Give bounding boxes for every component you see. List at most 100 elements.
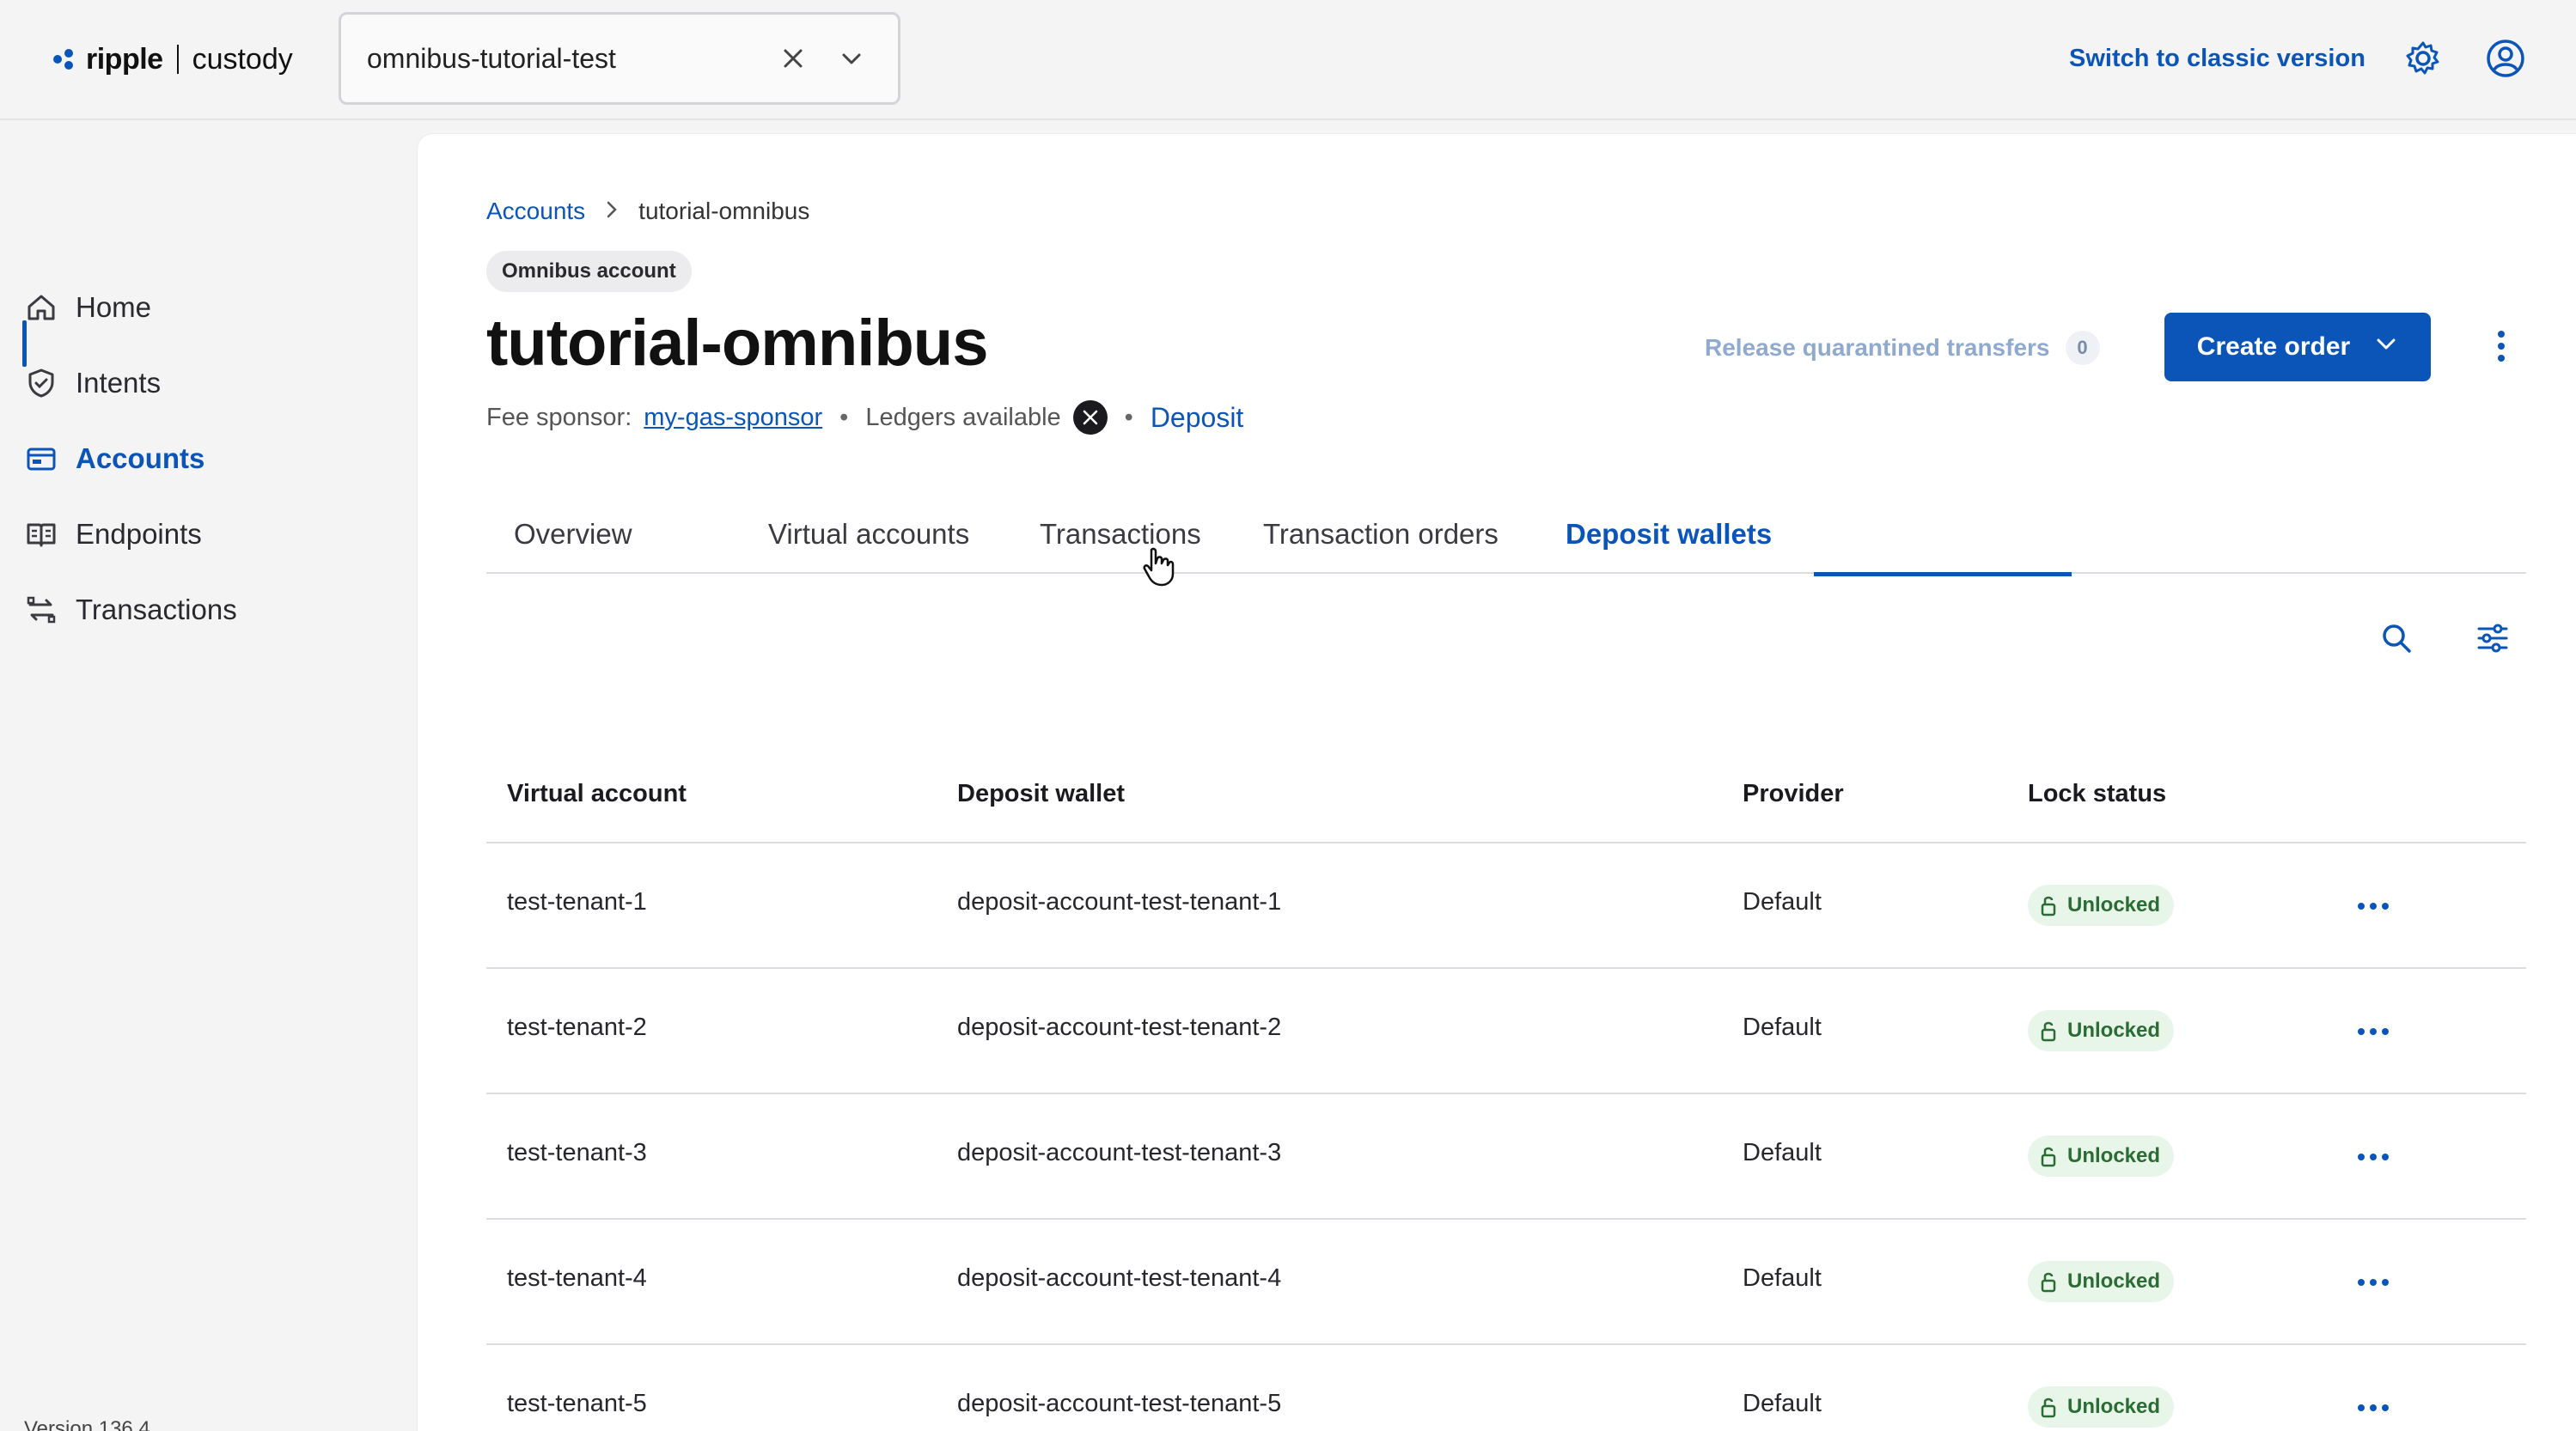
lock-status-label: Unlocked [2067,1270,2161,1293]
column-header-lock-status[interactable]: Lock status [2028,780,2166,808]
cell-provider: Default [1743,1139,1822,1166]
sidebar-item-intents[interactable]: Intents [24,357,402,409]
search-icon[interactable] [2375,617,2418,660]
cell-provider: Default [1743,1390,1822,1417]
breadcrumb: Accounts tutorial-omnibus [486,194,809,228]
shield-icon [24,366,58,400]
row-more-icon[interactable] [2349,1261,2397,1304]
breadcrumb-accounts-link[interactable]: Accounts [486,198,585,225]
separator-dot: • [1124,403,1133,431]
more-vertical-icon[interactable] [2480,325,2523,368]
deposit-wallets-table: Virtual account Deposit wallet Provider … [486,780,2526,1431]
cell-deposit-wallet: deposit-account-test-tenant-4 [957,1264,1282,1292]
lock-status-badge: Unlocked [2028,1010,2175,1051]
active-tab-indicator [1814,572,2072,576]
switch-classic-link[interactable]: Switch to classic version [2069,40,2365,77]
sidebar-item-label: Accounts [76,442,205,474]
chevron-down-icon[interactable] [831,38,872,79]
sidebar-item-transactions[interactable]: Transactions [24,584,402,636]
cell-virtual-account: test-tenant-3 [507,1139,647,1166]
cell-virtual-account: test-tenant-5 [507,1390,647,1417]
cell-provider: Default [1743,1014,1822,1041]
filter-settings-icon[interactable] [2471,617,2514,660]
tab-deposit-wallets[interactable]: Deposit wallets [1566,508,1772,574]
account-selector[interactable]: omnibus-tutorial-test [339,12,900,105]
hand-cursor-icon [1143,547,1175,587]
column-header-virtual-account[interactable]: Virtual account [507,780,687,808]
row-more-icon[interactable] [2349,1136,2397,1178]
sidebar-item-label: Intents [76,367,162,399]
table-row[interactable]: test-tenant-1 deposit-account-test-tenan… [486,843,2526,969]
sidebar-item-endpoints[interactable]: Endpoints [24,508,402,560]
unlock-icon [2041,1021,2056,1042]
table-row[interactable]: test-tenant-5 deposit-account-test-tenan… [486,1345,2526,1431]
gear-icon[interactable] [2402,38,2444,79]
unlock-icon [2041,1272,2056,1293]
fee-sponsor-label: Fee sponsor: [486,403,632,431]
sidebar-item-label: Transactions [76,594,237,625]
separator-dot: • [839,403,849,431]
logo-divider [176,45,179,74]
table-row[interactable]: test-tenant-2 deposit-account-test-tenan… [486,969,2526,1094]
wallet-icon [24,441,58,476]
create-order-button[interactable]: Create order [2164,313,2431,381]
page-title: tutorial-omnibus [486,307,989,380]
ripple-custody-logo[interactable]: ripple custody [50,38,293,81]
tab-transactions[interactable]: Transactions [1040,508,1201,574]
cell-deposit-wallet: deposit-account-test-tenant-5 [957,1390,1282,1417]
lock-status-label: Unlocked [2067,893,2161,916]
table-row[interactable]: test-tenant-4 deposit-account-test-tenan… [486,1220,2526,1345]
quarantined-count-badge: 0 [2065,331,2100,365]
release-quarantined-button[interactable]: Release quarantined transfers 0 [1705,325,2100,371]
account-tabs: Overview Virtual accounts Transactions T… [486,508,2526,574]
ledgers-label: Ledgers available [865,403,1061,431]
chevron-right-icon [602,198,621,225]
row-more-icon[interactable] [2349,1010,2397,1053]
account-meta: Fee sponsor: my-gas-sponsor • Ledgers av… [486,397,1243,438]
release-quarantined-label: Release quarantined transfers [1705,334,2050,361]
sidebar: Home Intents Accounts Endpoints Transact… [0,122,418,1431]
user-profile-icon[interactable] [2485,38,2526,79]
lock-status-badge: Unlocked [2028,1386,2175,1428]
sidebar-item-accounts[interactable]: Accounts [24,433,402,484]
fee-sponsor-link[interactable]: my-gas-sponsor [644,404,822,432]
cell-virtual-account: test-tenant-1 [507,888,647,916]
breadcrumb-current: tutorial-omnibus [638,198,810,224]
cell-deposit-wallet: deposit-account-test-tenant-2 [957,1014,1282,1041]
lock-status-label: Unlocked [2067,1019,2161,1042]
transfer-icon [24,593,58,627]
row-more-icon[interactable] [2349,1386,2397,1429]
lock-status-label: Unlocked [2067,1395,2161,1418]
xrp-ledger-icon[interactable] [1072,400,1108,435]
logo-brand: ripple [86,42,163,76]
top-bar: ripple custody omnibus-tutorial-test Swi… [0,0,2576,120]
lock-status-badge: Unlocked [2028,1261,2175,1302]
tab-overview[interactable]: Overview [514,508,632,574]
lock-status-badge: Unlocked [2028,885,2175,926]
sidebar-item-label: Endpoints [76,518,202,550]
account-type-badge: Omnibus account [486,251,692,292]
cell-provider: Default [1743,1264,1822,1292]
row-more-icon[interactable] [2349,885,2397,928]
lock-status-label: Unlocked [2067,1144,2161,1167]
cell-provider: Default [1743,888,1822,916]
account-selector-value: omnibus-tutorial-test [367,42,616,74]
column-header-provider[interactable]: Provider [1743,780,1844,808]
clear-icon[interactable] [772,38,814,79]
main-content: Accounts tutorial-omnibus Omnibus accoun… [418,134,2576,1431]
sidebar-item-home[interactable]: Home [24,282,402,333]
deposit-link[interactable]: Deposit [1151,402,1244,434]
chevron-down-icon [2374,332,2398,362]
create-order-label: Create order [2196,332,2351,361]
ripple-logo-icon [53,49,73,70]
cell-virtual-account: test-tenant-4 [507,1264,647,1292]
unlock-icon [2041,1147,2056,1167]
tab-virtual-accounts[interactable]: Virtual accounts [768,508,969,574]
version-label: Version 136.4 [24,1417,150,1431]
book-icon [24,517,58,551]
lock-status-badge: Unlocked [2028,1136,2175,1177]
tab-transaction-orders[interactable]: Transaction orders [1263,508,1499,574]
column-header-deposit-wallet[interactable]: Deposit wallet [957,780,1125,808]
sidebar-item-label: Home [76,291,152,323]
table-row[interactable]: test-tenant-3 deposit-account-test-tenan… [486,1094,2526,1220]
